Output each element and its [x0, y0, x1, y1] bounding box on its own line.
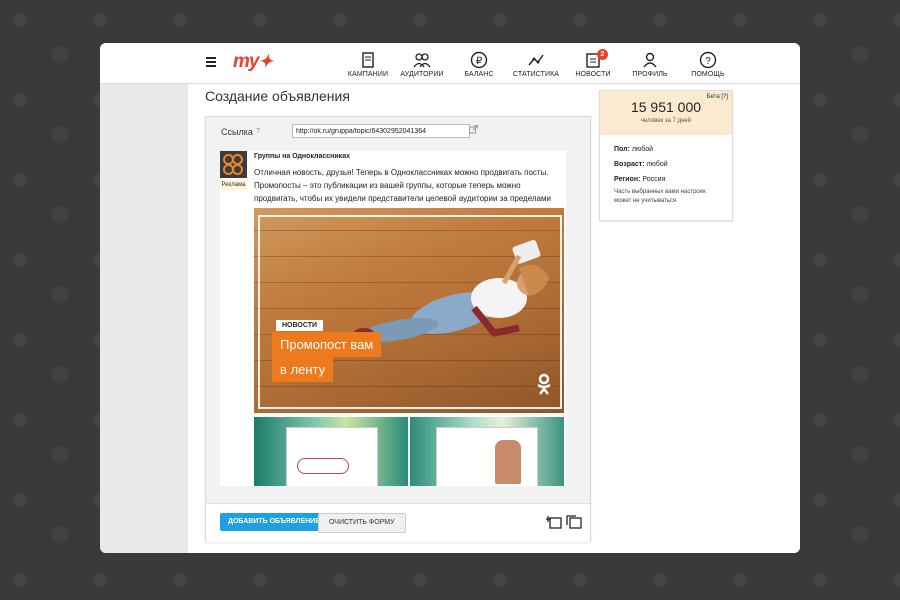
nav-item-audiences[interactable]: АУДИТОРИИ [392, 51, 452, 78]
audience-age: Возраст: любой [614, 161, 668, 168]
balance-icon: ₽ [470, 51, 488, 69]
gender-value: любой [631, 146, 654, 153]
app-window: my✦ КАМПАНИИ АУДИТОРИИ ₽ БАЛАНС СТАТИСТИ… [100, 43, 800, 553]
external-link-icon[interactable] [469, 125, 478, 134]
nav-item-help[interactable]: ? ПОМОЩЬ [678, 51, 738, 78]
nav-label: НОВОСТИ [575, 71, 611, 78]
nav-label: КАМПАНИИ [347, 71, 389, 78]
audience-count: 15 951 000 [630, 99, 702, 115]
link-input[interactable] [292, 124, 470, 138]
mytarget-logo[interactable]: my✦ [233, 51, 281, 75]
nav-label: АУДИТОРИИ [400, 71, 444, 78]
campaigns-icon [362, 52, 374, 68]
svg-text:₽: ₽ [476, 56, 483, 67]
left-sidebar [100, 84, 188, 553]
group-name[interactable]: Группы на Одноклассниках [254, 153, 350, 160]
nav-label: ПОМОЩЬ [691, 71, 725, 78]
image-frame [258, 215, 562, 409]
nav-label: БАЛАНС [464, 71, 494, 78]
age-label: Возраст: [614, 161, 645, 168]
group-avatar [220, 151, 247, 178]
nav-item-news[interactable]: 2 НОВОСТИ [563, 49, 623, 78]
secondary-image-1 [254, 417, 408, 486]
ad-tag: Реклама [220, 180, 247, 190]
audience-summary: Бета [?] 15 951 000 человек за 7 дней [600, 91, 732, 135]
nav-item-balance[interactable]: ₽ БАЛАНС [449, 51, 509, 78]
page-title: Создание объявления [205, 88, 350, 104]
top-navigation: my✦ КАМПАНИИ АУДИТОРИИ ₽ БАЛАНС СТАТИСТИ… [100, 43, 800, 84]
help-icon: ? [699, 51, 717, 69]
link-help-icon[interactable]: ? [256, 128, 260, 135]
logo-text: my [233, 51, 259, 72]
secondary-image-2 [410, 417, 564, 486]
screenshot-card [436, 427, 538, 486]
news-badge: 2 [597, 49, 608, 60]
statistics-icon [528, 54, 544, 66]
audiences-icon [413, 53, 431, 68]
profile-icon [643, 52, 657, 68]
age-value: любой [646, 161, 668, 168]
nav-item-statistics[interactable]: СТАТИСТИКА [506, 51, 566, 78]
screenshot-card [286, 427, 378, 486]
audience-gender: Пол: любой [614, 146, 653, 153]
add-ad-button[interactable]: ДОБАВИТЬ ОБЪЯВЛЕНИЕ [220, 513, 328, 531]
nav-label: ПРОФИЛЬ [632, 71, 668, 78]
copy-icon[interactable] [566, 515, 582, 529]
promo-image: НОВОСТИ Промопост вам в ленту [254, 208, 564, 413]
nav-item-campaigns[interactable]: КАМПАНИИ [338, 51, 398, 78]
nav-label: СТАТИСТИКА [512, 71, 560, 78]
audience-note: Часть выбранных вами настроек может не у… [614, 189, 706, 204]
ad-preview: Реклама Группы на Одноклассниках Отлична… [220, 151, 566, 486]
gender-label: Пол: [614, 146, 630, 153]
svg-text:?: ? [705, 56, 711, 67]
main-content: Создание объявления Ссылка ? Реклама Гру… [188, 84, 800, 553]
audience-region: Регион: Россия [614, 176, 665, 183]
region-label: Регион: [614, 176, 641, 183]
link-label: Ссылка [221, 127, 253, 137]
form-footer: ДОБАВИТЬ ОБЪЯВЛЕНИЕ ОЧИСТИТЬ ФОРМУ [206, 503, 590, 542]
copy-add-icon[interactable] [546, 515, 562, 529]
nav-item-profile[interactable]: ПРОФИЛЬ [620, 51, 680, 78]
menu-icon[interactable] [206, 57, 216, 67]
region-value: Россия [642, 176, 666, 183]
clear-form-button[interactable]: ОЧИСТИТЬ ФОРМУ [318, 513, 406, 533]
ad-form: Ссылка ? Реклама Группы на Одноклассника… [205, 116, 591, 542]
post-text: Отличная новость, друзья! Теперь в Однок… [254, 168, 551, 203]
audience-caption: человек за 7 дней [640, 118, 692, 124]
audience-card: Бета [?] 15 951 000 человек за 7 дней По… [599, 90, 733, 221]
